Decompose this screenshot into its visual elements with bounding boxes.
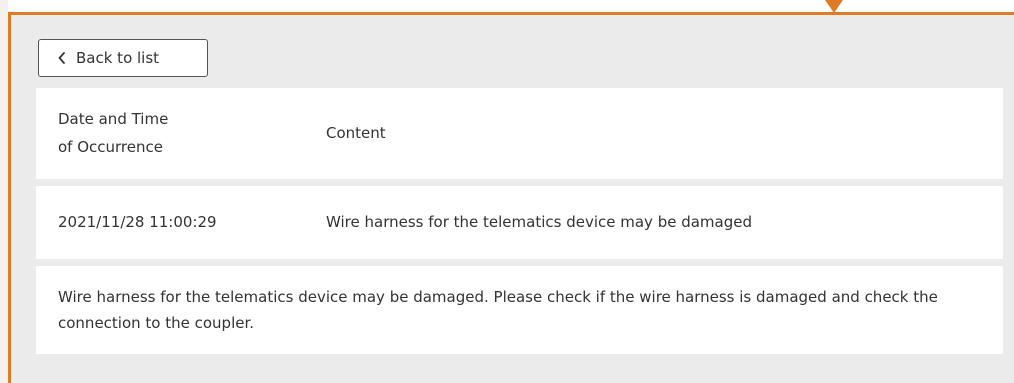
detail-card: Wire harness for the telematics device m… xyxy=(36,266,1003,354)
back-to-list-label: Back to list xyxy=(76,49,160,67)
table-header: Date and Time of Occurrence Content xyxy=(36,88,1003,179)
occurrence-content: Wire harness for the telematics device m… xyxy=(326,213,752,231)
event-detail-view: Back to list Date and Time of Occurrence… xyxy=(0,0,1014,383)
occurrence-datetime: 2021/11/28 11:00:29 xyxy=(58,213,217,231)
table-row: 2021/11/28 11:00:29 Wire harness for the… xyxy=(36,186,1003,259)
event-detail-panel: Back to list Date and Time of Occurrence… xyxy=(8,12,1014,383)
detail-description: Wire harness for the telematics device m… xyxy=(58,288,938,332)
back-to-list-button[interactable]: Back to list xyxy=(38,39,208,77)
left-edge-strip xyxy=(0,0,8,383)
date-time-header-line2: of Occurrence xyxy=(58,138,163,156)
chevron-left-icon xyxy=(58,52,66,64)
date-time-header-line1: Date and Time xyxy=(58,110,169,128)
content-header: Content xyxy=(326,124,386,142)
